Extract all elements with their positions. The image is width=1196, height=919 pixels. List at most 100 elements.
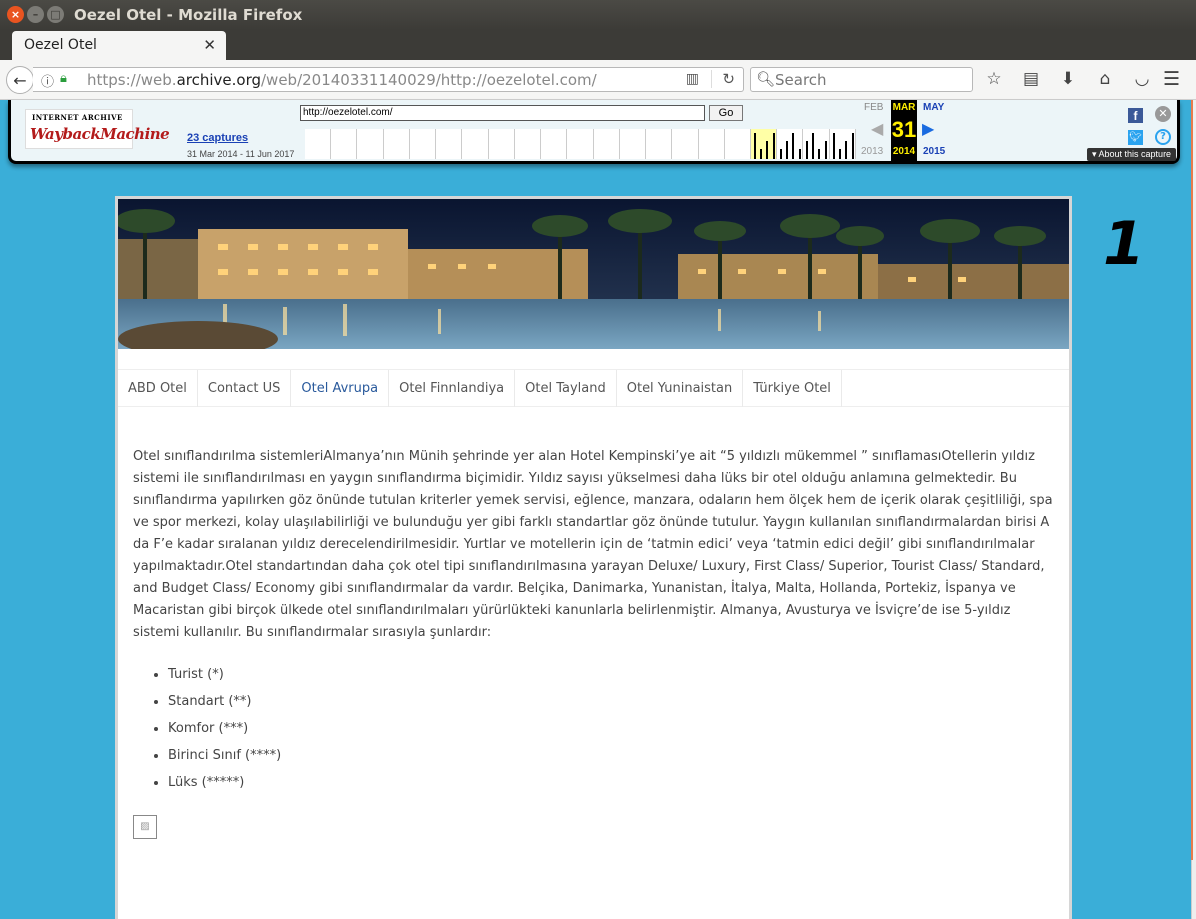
search-placeholder: Search: [775, 71, 827, 89]
sparkline-bar: [812, 133, 815, 159]
sparkline-year[interactable]: [331, 129, 358, 159]
wayback-url-input[interactable]: http://oezelotel.com/: [300, 105, 705, 121]
list-item: Standart (**): [168, 688, 1058, 715]
list-item: Komfor (***): [168, 715, 1058, 742]
sparkline-bar: [844, 141, 847, 159]
window-titlebar: × – □ Oezel Otel - Mozilla Firefox: [0, 0, 1196, 30]
sparkline-bar: [759, 149, 762, 159]
wayback-go-button[interactable]: Go: [709, 105, 743, 121]
window-maximize-icon[interactable]: □: [47, 6, 64, 23]
navigation-bar: ← ⓘ 🔒︎ https://web.archive.org/web/20140…: [0, 60, 1196, 100]
sparkline-year[interactable]: [305, 129, 332, 159]
prev-capture-arrow-icon[interactable]: ◀: [871, 119, 883, 138]
url-bar[interactable]: ⓘ 🔒︎ https://web.archive.org/web/2014033…: [33, 67, 744, 92]
download-icon[interactable]: ⬇: [1058, 69, 1078, 89]
bookmark-star-icon[interactable]: ☆: [984, 69, 1004, 89]
window-title: Oezel Otel - Mozilla Firefox: [74, 6, 303, 24]
scrollbar-thumb[interactable]: [1191, 100, 1193, 860]
current-month-label: MAR: [892, 102, 916, 113]
wayback-logo-top: INTERNET ARCHIVE: [32, 113, 123, 122]
side-number: 1: [1103, 209, 1145, 279]
hotel-pool-night-image: [118, 199, 1069, 349]
article-content: Otel sınıflandırılma sistemleriAlmanya’n…: [133, 446, 1058, 796]
sparkline-year[interactable]: [672, 129, 699, 159]
menu-item-abd-otel[interactable]: ABD Otel: [118, 370, 198, 407]
hotel-header-image: [118, 199, 1069, 349]
reader-view-icon[interactable]: ▥: [686, 71, 699, 87]
sparkline-year[interactable]: [515, 129, 542, 159]
menu-item-türkiye-otel[interactable]: Türkiye Otel: [743, 370, 842, 407]
prev-year-label[interactable]: 2013: [861, 146, 883, 157]
article-paragraph: Otel sınıflandırılma sistemleriAlmanya’n…: [133, 449, 1053, 640]
sparkline-bar: [780, 149, 783, 159]
sparkline-bar: [806, 141, 809, 159]
next-capture-arrow-icon[interactable]: ▶: [922, 119, 934, 138]
sparkline-bar: [825, 141, 828, 159]
list-item: Lüks (*****): [168, 769, 1058, 796]
wayback-toolbar: INTERNET ARCHIVE WaybackMachine http://o…: [8, 100, 1180, 164]
sparkline-year[interactable]: [541, 129, 568, 159]
menu-item-otel-yuninaistan[interactable]: Otel Yuninaistan: [617, 370, 744, 407]
prev-month-label[interactable]: FEB: [864, 102, 883, 113]
sparkline-bar: [792, 133, 795, 159]
sparkline-year[interactable]: [777, 129, 804, 159]
next-year-label[interactable]: 2015: [923, 146, 945, 157]
sparkline-year[interactable]: [410, 129, 437, 159]
hamburger-menu-icon[interactable]: ☰: [1163, 68, 1180, 90]
menu-item-otel-avrupa[interactable]: Otel Avrupa: [291, 370, 390, 407]
sparkline-bar: [832, 133, 835, 159]
menu-item-otel-tayland[interactable]: Otel Tayland: [515, 370, 617, 407]
url-domain: archive.org: [176, 71, 261, 89]
window-controls: × – □: [7, 6, 64, 23]
back-arrow-icon[interactable]: ←: [6, 66, 34, 94]
bookmarks-list-icon[interactable]: ▤: [1021, 69, 1041, 89]
sparkline-year[interactable]: [750, 129, 778, 159]
list-item: Birinci Sınıf (****): [168, 742, 1058, 769]
sparkline-year[interactable]: [803, 129, 830, 159]
menu-item-otel-finnlandiya[interactable]: Otel Finnlandiya: [389, 370, 516, 407]
captures-link[interactable]: 23 captures: [187, 132, 248, 144]
sparkline-year[interactable]: [620, 129, 647, 159]
about-capture-button[interactable]: ▾ About this capture: [1087, 148, 1177, 161]
pocket-icon[interactable]: ◡: [1132, 69, 1152, 89]
sparkline-year[interactable]: [594, 129, 620, 159]
site-identity[interactable]: ⓘ 🔒︎: [41, 71, 67, 90]
wayback-close-icon[interactable]: ✕: [1155, 106, 1171, 122]
facebook-icon[interactable]: f: [1128, 108, 1143, 123]
wayback-logo[interactable]: INTERNET ARCHIVE WaybackMachine: [25, 109, 170, 149]
url-text[interactable]: https://web.archive.org/web/201403311400…: [87, 71, 597, 89]
help-icon[interactable]: ?: [1155, 129, 1171, 145]
menu-item-contact-us[interactable]: Contact US: [198, 370, 292, 407]
sparkline-year[interactable]: [489, 129, 515, 159]
twitter-icon[interactable]: 🐦︎: [1128, 130, 1143, 145]
search-input[interactable]: 🔍︎ Search: [750, 67, 973, 92]
sparkline-year[interactable]: [830, 129, 856, 159]
sparkline-year[interactable]: [567, 129, 594, 159]
sparkline-bar: [772, 133, 775, 159]
sparkline-year[interactable]: [699, 129, 725, 159]
next-month-label[interactable]: MAY: [923, 102, 944, 113]
sparkline-year[interactable]: [725, 129, 751, 159]
lock-icon: 🔒︎: [60, 71, 67, 86]
sparkline-year[interactable]: [357, 129, 384, 159]
sparkline-year[interactable]: [646, 129, 673, 159]
capture-sparkline[interactable]: [305, 129, 856, 159]
reload-icon[interactable]: ↻: [711, 70, 735, 88]
sparkline-year[interactable]: [384, 129, 410, 159]
sparkline-bar: [765, 141, 768, 159]
page-container: ABD Otel Contact US Otel Avrupa Otel Finnla…: [115, 196, 1072, 919]
current-day-label: 31: [891, 117, 917, 142]
toolbar-icons: ☆ ▤ ⬇ ⌂ ◡: [984, 69, 1152, 89]
sparkline-year[interactable]: [462, 129, 489, 159]
home-icon[interactable]: ⌂: [1095, 69, 1115, 89]
tab-oezel-otel[interactable]: Oezel Otel ✕: [12, 31, 226, 60]
wayback-logo-main: WaybackMachine: [30, 125, 170, 143]
window-minimize-icon[interactable]: –: [27, 6, 44, 23]
current-capture-date: MAR 31 2014: [891, 100, 917, 164]
current-year-label: 2014: [892, 146, 916, 157]
window-close-icon[interactable]: ×: [7, 6, 24, 23]
sparkline-year[interactable]: [436, 129, 463, 159]
info-icon[interactable]: ⓘ: [41, 71, 54, 90]
capture-range: 31 Mar 2014 - 11 Jun 2017: [187, 149, 295, 159]
tab-close-icon[interactable]: ✕: [203, 36, 216, 54]
